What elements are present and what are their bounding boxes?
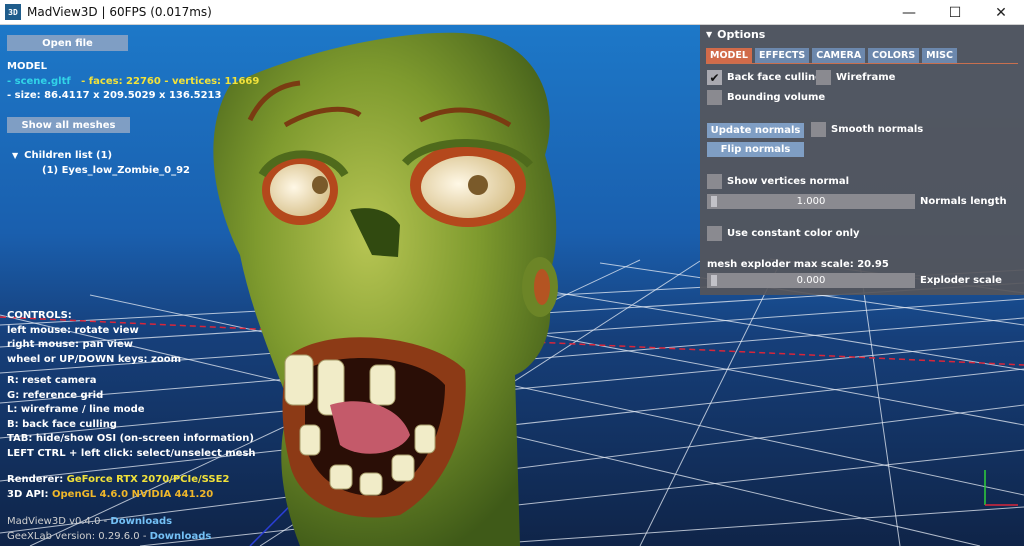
madview-downloads-link[interactable]: Downloads [110, 516, 172, 527]
use-constant-color-checkbox[interactable] [707, 226, 722, 241]
tab-misc[interactable]: MISC [922, 48, 957, 63]
smooth-normals-option[interactable]: Smooth normals [811, 122, 923, 137]
controls-line: G: reference grid [7, 389, 104, 401]
bounding-volume-checkbox[interactable] [707, 90, 722, 105]
renderer-value: GeForce RTX 2070/PCIe/SSE2 [66, 474, 230, 485]
window-title: MadView3D | 60FPS (0.017ms) [27, 5, 212, 19]
window-controls: — ☐ ✕ [886, 0, 1024, 25]
tab-camera[interactable]: CAMERA [812, 48, 866, 63]
maximize-button[interactable]: ☐ [932, 0, 978, 25]
controls-heading: CONTROLS: [7, 310, 72, 321]
model-size: - size: 86.4117 x 209.5029 x 136.5213 [7, 90, 222, 101]
options-title: Options [717, 27, 766, 41]
tab-colors[interactable]: COLORS [868, 48, 920, 63]
back-face-culling-option[interactable]: ✔ Back face culling [707, 70, 822, 85]
controls-line: L: wireframe / line mode [7, 404, 145, 415]
checkmark-icon[interactable]: ✔ [707, 70, 722, 85]
api-label: 3D API: [7, 488, 53, 500]
controls-line: B: back face culling [7, 418, 117, 430]
options-tabs: MODEL EFFECTS CAMERA COLORS MISC [706, 48, 957, 63]
slider-handle[interactable] [711, 275, 717, 286]
controls-line: right mouse: pan view [7, 339, 133, 350]
exploder-scale-label: Exploder scale [920, 275, 1002, 286]
geexlab-downloads-link[interactable]: Downloads [150, 531, 212, 542]
options-panel: ▼ Options MODEL EFFECTS CAMERA COLORS MI… [700, 25, 1024, 295]
update-normals-button[interactable]: Update normals [707, 123, 804, 138]
bounding-volume-option[interactable]: Bounding volume [707, 90, 825, 105]
tab-effects[interactable]: EFFECTS [754, 48, 810, 63]
tab-underline [706, 63, 1018, 64]
version-footer: MadView3D v0.4.0 - Downloads GeeXLab ver… [7, 515, 211, 544]
tab-model[interactable]: MODEL [706, 48, 752, 63]
triangle-down-icon: ▼ [12, 151, 19, 160]
renderer-info: Renderer: GeForce RTX 2070/PCIe/SSE2 3D … [7, 473, 229, 502]
show-all-meshes-button[interactable]: Show all meshes [7, 117, 130, 133]
geexlab-version: GeeXLab version: 0.29.6.0 - [7, 530, 150, 542]
controls-line: TAB: hide/show OSI (on-screen informatio… [7, 433, 254, 444]
controls-line: left mouse: rotate view [7, 324, 139, 336]
close-button[interactable]: ✕ [978, 0, 1024, 25]
controls-line: R: reset camera [7, 375, 97, 386]
zombie-model [213, 32, 558, 546]
normals-length-label: Normals length [920, 196, 1007, 207]
faces-vertices-count: - faces: 22760 - vertices: 11669 [81, 75, 260, 87]
wireframe-option[interactable]: Wireframe [816, 70, 895, 85]
children-list-toggle[interactable]: ▼ Children list (1) [12, 148, 190, 163]
show-vertices-normal-option[interactable]: Show vertices normal [707, 174, 849, 189]
open-file-button[interactable]: Open file [7, 35, 128, 51]
minimize-button[interactable]: — [886, 0, 932, 25]
api-value: OpenGL 4.6.0 NVIDIA 441.20 [52, 488, 214, 500]
show-vertices-normal-checkbox[interactable] [707, 174, 722, 189]
exploder-scale-slider[interactable]: 0.000 [707, 273, 915, 288]
app-logo-icon: 3D [5, 4, 21, 20]
controls-line: wheel or UP/DOWN keys: zoom [7, 353, 181, 365]
children-tree: ▼ Children list (1) (1) Eyes_low_Zombie_0… [12, 148, 190, 178]
title-bar: 3D MadView3D | 60FPS (0.017ms) — ☐ ✕ [0, 0, 1024, 25]
slider-handle[interactable] [711, 196, 717, 207]
controls-line: LEFT CTRL + left click: select/unselect … [7, 447, 256, 459]
model-heading: MODEL [7, 61, 47, 72]
child-mesh-item[interactable]: (1) Eyes_low_Zombie_0_92 [12, 163, 190, 178]
madview-version: MadView3D v0.4.0 - [7, 516, 111, 527]
smooth-normals-checkbox[interactable] [811, 122, 826, 137]
use-constant-color-option[interactable]: Use constant color only [707, 226, 860, 241]
flip-normals-button[interactable]: Flip normals [707, 142, 804, 157]
triangle-down-icon: ▼ [706, 29, 713, 39]
normals-length-slider[interactable]: 1.000 [707, 194, 915, 209]
model-info: MODEL - scene.gltf - faces: 22760 - vert… [7, 60, 259, 104]
controls-help: CONTROLS: left mouse: rotate view right … [7, 309, 256, 461]
scene-filename: - scene.gltf [7, 75, 71, 87]
renderer-label: Renderer: [7, 474, 67, 485]
wireframe-checkbox[interactable] [816, 70, 831, 85]
options-header[interactable]: ▼ Options [700, 25, 1024, 43]
mesh-exploder-label: mesh exploder max scale: 20.95 [707, 259, 889, 270]
